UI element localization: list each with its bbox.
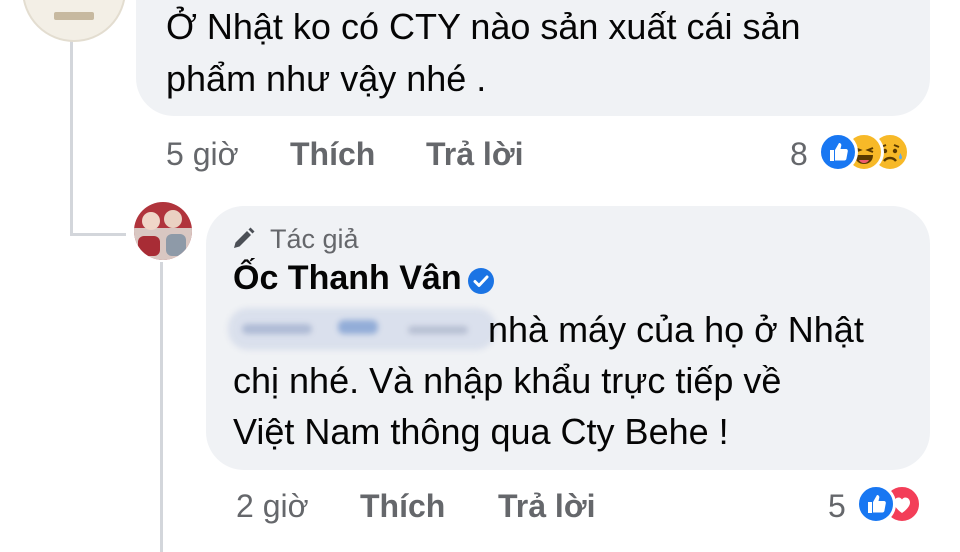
like-icon [856,484,896,524]
comment-text: nhà máy của họ ở Nhật [488,309,864,350]
like-button[interactable]: Thích [290,136,375,173]
reaction-count: 8 [790,136,808,172]
pencil-icon [230,226,256,252]
reply-button[interactable]: Trả lời [426,136,523,173]
thread-line [70,233,126,236]
author-badge-label: Tác giả [270,224,359,254]
like-icon [818,132,858,172]
like-button[interactable]: Thích [360,488,445,525]
comment-text: Việt Nam thông qua Cty Behe ! [233,411,729,452]
redacted-mention [228,308,496,350]
comment-timestamp[interactable]: 5 giờ [166,136,239,173]
comment-text: chị nhé. Và nhập khẩu trực tiếp về [233,360,782,401]
comment-text: phẩm như vậy nhé . [166,58,487,99]
verified-icon [466,266,496,296]
avatar[interactable] [22,0,126,42]
avatar[interactable] [134,202,192,260]
thread-line [160,262,163,552]
reaction-count: 5 [828,488,846,524]
author-name[interactable]: Ốc Thanh Vân [233,259,462,298]
reply-button[interactable]: Trả lời [498,488,595,525]
reactions-summary[interactable]: 8 [788,130,938,176]
comment-timestamp[interactable]: 2 giờ [236,488,309,525]
comment-text: Ở Nhật ko có CTY nào sản xuất cái sản [166,6,801,47]
reactions-summary[interactable]: 5 [826,482,946,528]
